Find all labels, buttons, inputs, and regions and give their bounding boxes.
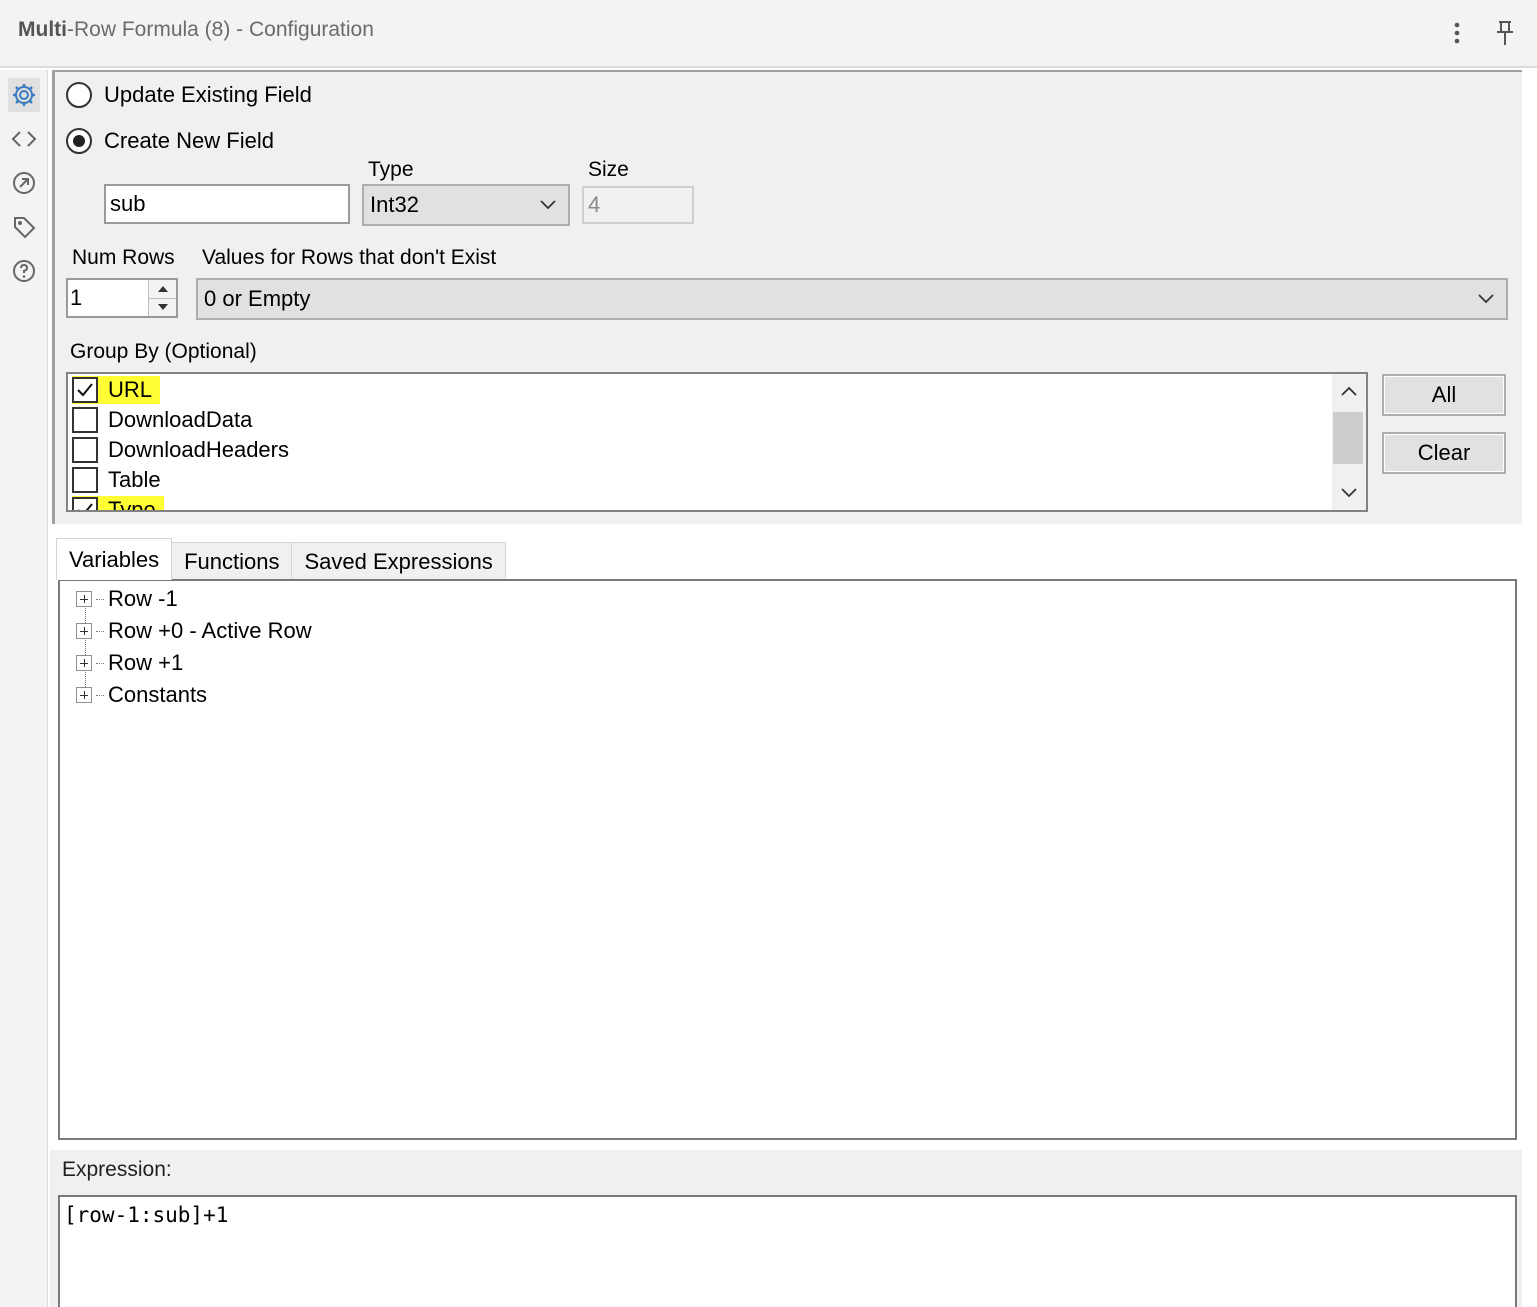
expression-value: [row-1:sub]+1 [64, 1203, 229, 1227]
create-new-label: Create New Field [104, 128, 274, 153]
select-all-button[interactable]: All [1382, 374, 1506, 416]
num-rows-label: Num Rows [72, 246, 175, 269]
stepper-down-icon[interactable] [149, 298, 176, 316]
checkbox-downloadheaders[interactable] [72, 437, 98, 463]
num-rows-stepper[interactable]: 1 [66, 278, 178, 318]
size-value: 4 [588, 192, 601, 217]
tree-item-label: Row +0 - Active Row [108, 618, 312, 643]
group-by-item-label: DownloadHeaders [108, 437, 289, 462]
type-dropdown[interactable]: Int32 [362, 184, 570, 226]
tab-functions[interactable]: Functions [171, 542, 293, 580]
expand-icon[interactable] [76, 655, 92, 671]
vertical-dots-icon[interactable] [1442, 16, 1472, 50]
tree-item-label: Row -1 [108, 586, 178, 611]
tree-item-constants[interactable]: Constants [76, 681, 207, 709]
pin-icon[interactable] [1490, 16, 1520, 50]
values-for-rows-dropdown[interactable]: 0 or Empty [196, 278, 1508, 320]
create-new-radio[interactable] [66, 128, 92, 154]
tree-item-label: Constants [108, 682, 208, 707]
field-name-value: sub [110, 191, 146, 216]
tree-item-row-plus-1[interactable]: Row +1 [76, 649, 183, 677]
update-existing-label: Update Existing Field [104, 82, 312, 107]
group-by-scrollbar[interactable] [1332, 374, 1366, 510]
group-by-item-type[interactable]: Type [72, 496, 164, 512]
variables-tree[interactable]: Row -1 Row +0 - Active Row Row +1 Consta… [58, 579, 1517, 1140]
tree-item-label: Row +1 [108, 650, 184, 675]
values-for-rows-value: 0 or Empty [204, 286, 311, 311]
help-icon[interactable] [8, 254, 40, 288]
chevron-down-icon [1466, 294, 1506, 304]
side-rail [0, 70, 48, 1307]
title-bar: Multi-Row Formula (8) - Configuration [0, 0, 1537, 68]
expand-icon[interactable] [76, 591, 92, 607]
group-by-item-label: URL [108, 377, 153, 402]
tree-item-row-minus-1[interactable]: Row -1 [76, 585, 178, 613]
expression-editor[interactable]: [row-1:sub]+1 [58, 1195, 1517, 1307]
size-label: Size [588, 158, 629, 181]
scroll-thumb[interactable] [1333, 412, 1363, 464]
window-title: Multi-Row Formula (8) - Configuration [18, 18, 374, 42]
tab-saved-expressions[interactable]: Saved Expressions [291, 542, 506, 580]
code-icon[interactable] [8, 122, 40, 156]
type-value: Int32 [370, 192, 419, 217]
chevron-down-icon [528, 200, 568, 210]
update-existing-field-option[interactable]: Update Existing Field [66, 82, 312, 108]
create-new-field-option[interactable]: Create New Field [66, 128, 274, 154]
checkbox-downloaddata[interactable] [72, 407, 98, 433]
scroll-up-icon[interactable] [1332, 374, 1366, 408]
window-title-bold: Multi [18, 18, 67, 41]
annotation-icon[interactable] [8, 166, 40, 200]
clear-button[interactable]: Clear [1382, 432, 1506, 474]
expand-icon[interactable] [76, 623, 92, 639]
field-name-input[interactable]: sub [104, 184, 350, 224]
checkbox-type[interactable] [72, 497, 98, 510]
group-by-label: Group By (Optional) [70, 340, 257, 363]
size-input: 4 [582, 186, 694, 224]
group-by-item-table[interactable]: Table [72, 466, 161, 494]
update-existing-radio[interactable] [66, 82, 92, 108]
window-title-rest: -Row Formula (8) - Configuration [66, 18, 374, 41]
group-by-item-label: Table [108, 467, 161, 492]
expression-label: Expression: [62, 1158, 172, 1181]
tag-icon[interactable] [8, 210, 40, 244]
gear-icon[interactable] [8, 78, 40, 112]
tab-variables[interactable]: Variables [56, 538, 173, 580]
group-by-item-label: Type [108, 497, 156, 512]
tree-item-row-0-active[interactable]: Row +0 - Active Row [76, 617, 312, 645]
checkbox-url[interactable] [72, 377, 98, 403]
values-for-rows-label: Values for Rows that don't Exist [202, 246, 497, 269]
group-by-item-downloaddata[interactable]: DownloadData [72, 406, 252, 434]
group-by-list[interactable]: URL DownloadData DownloadHeaders Table T… [66, 372, 1368, 512]
group-by-item-url[interactable]: URL [72, 376, 161, 404]
stepper-up-icon[interactable] [149, 280, 176, 299]
group-by-item-downloadheaders[interactable]: DownloadHeaders [72, 436, 289, 464]
group-by-item-label: DownloadData [108, 407, 253, 432]
num-rows-value: 1 [70, 285, 83, 310]
expand-icon[interactable] [76, 687, 92, 703]
scroll-down-icon[interactable] [1332, 476, 1366, 510]
expression-tabs: Variables Functions Saved Expressions [56, 538, 506, 580]
checkbox-table[interactable] [72, 467, 98, 493]
type-label: Type [368, 158, 414, 181]
